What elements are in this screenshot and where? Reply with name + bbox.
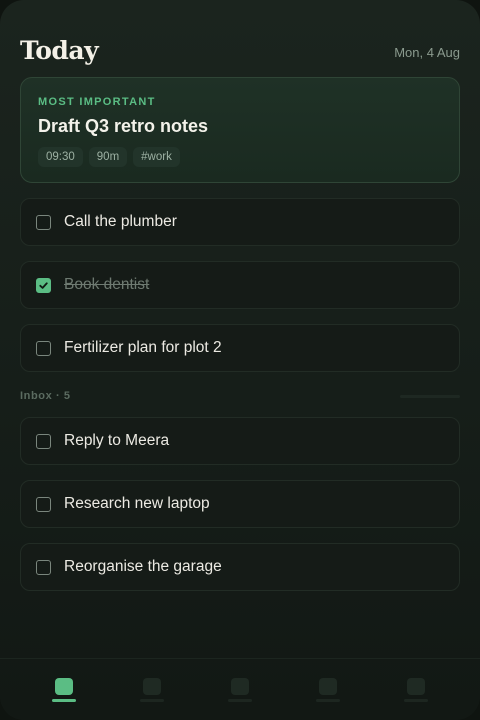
task-label: Book dentist [64, 276, 150, 293]
task-label: Fertilizer plan for plot 2 [64, 339, 222, 356]
tab-indicator [228, 698, 252, 702]
most-important-label: MOST IMPORTANT [38, 96, 156, 108]
calendar-icon [231, 677, 249, 695]
inbox-label: Inbox · 5 [20, 390, 71, 402]
active-tab-indicator [52, 698, 76, 702]
tab-projects[interactable] [308, 670, 348, 710]
task-row[interactable]: Call the plumber [20, 198, 460, 246]
duration-chip: 90m [88, 147, 128, 167]
page-title: Today [20, 35, 99, 65]
tab-indicator [316, 698, 340, 702]
date-label: Mon, 4 Aug [394, 44, 460, 60]
section-divider [400, 394, 460, 398]
checkbox-unchecked[interactable] [36, 496, 51, 512]
bottom-tab-bar [0, 658, 480, 720]
header: Today Mon, 4 Aug [20, 30, 460, 70]
most-important-card[interactable]: MOST IMPORTANT Draft Q3 retro notes 09:3… [20, 77, 460, 183]
tab-today[interactable] [44, 670, 84, 710]
checkbox-unchecked[interactable] [36, 214, 51, 230]
tab-upcoming[interactable] [132, 670, 172, 710]
most-important-title: Draft Q3 retro notes [38, 116, 209, 136]
task-row[interactable]: Reorganise the garage [20, 543, 460, 591]
checkbox-unchecked[interactable] [36, 559, 51, 575]
checkbox-unchecked[interactable] [36, 433, 51, 449]
task-row[interactable]: Book dentist [20, 261, 460, 309]
checkbox-checked[interactable] [36, 277, 51, 293]
checkbox-unchecked[interactable] [36, 340, 51, 356]
tab-indicator [404, 698, 428, 702]
tab-settings[interactable] [396, 670, 436, 710]
task-label: Call the plumber [64, 213, 177, 230]
inbox-section-header: Inbox · 5 [20, 389, 460, 403]
task-label: Reply to Meera [64, 432, 170, 449]
app-screen: Today Mon, 4 Aug MOST IMPORTANT Draft Q3… [0, 0, 480, 720]
today-icon [55, 677, 73, 695]
task-row[interactable]: Reply to Meera [20, 417, 460, 465]
task-row[interactable]: Research new laptop [20, 480, 460, 528]
tag-chip[interactable]: #work [133, 147, 180, 167]
task-meta: 09:30 90m #work [38, 147, 442, 167]
settings-icon [407, 677, 425, 695]
task-row[interactable]: Fertilizer plan for plot 2 [20, 324, 460, 372]
tab-calendar[interactable] [220, 670, 260, 710]
projects-icon [319, 677, 337, 695]
upcoming-icon [143, 677, 161, 695]
time-chip: 09:30 [38, 147, 83, 167]
tab-indicator [140, 698, 164, 702]
checkmark-icon [39, 281, 48, 289]
task-label: Reorganise the garage [64, 558, 222, 575]
task-label: Research new laptop [64, 495, 210, 512]
